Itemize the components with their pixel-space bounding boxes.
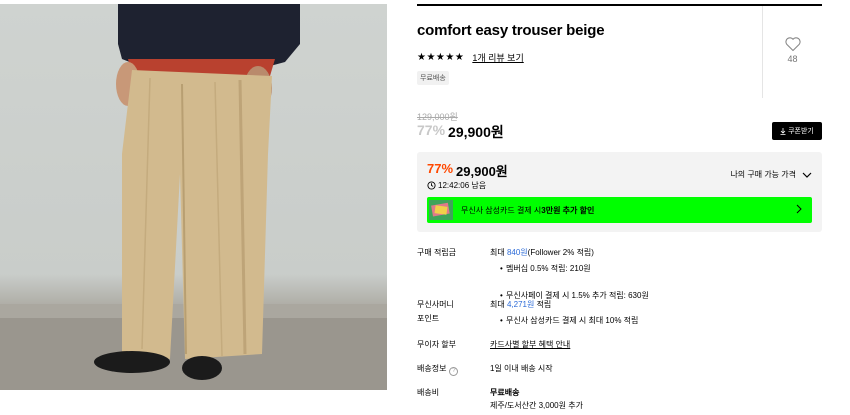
product-photo-illustration	[0, 4, 387, 390]
question-icon[interactable]: ?	[449, 367, 459, 376]
points-bullet-membership: 멤버십 0.5% 적립: 210원	[498, 262, 649, 275]
card-icon	[429, 200, 453, 220]
benefit-discount-rate: 77%	[427, 161, 454, 176]
timer-text: 12:42:06 남음	[438, 181, 487, 190]
points-value: 최대 840원(Follower 2% 적립)	[490, 246, 594, 259]
money-suffix: 적립	[534, 300, 552, 309]
promo-text: 무신사 삼성카드 결제 시	[461, 205, 542, 215]
product-title: comfort easy trouser beige	[417, 22, 605, 39]
installment-label: 무이자 할부	[417, 340, 457, 349]
shipping-info-label-wrap: 배송정보?	[417, 362, 487, 376]
download-icon	[780, 127, 786, 135]
coupon-button-label: 쿠폰받기	[788, 128, 814, 135]
rating-stars: ★★★★★	[417, 52, 465, 63]
shipping-fee-note: 제주/도서산간 3,000원 추가	[490, 401, 583, 410]
benefit-box: 77% 29,900원 12:42:06 남음 나의 구매 가능 가격 무신사 …	[417, 152, 822, 232]
money-bullet: 무신사 삼성카드 결제 시 최대 10% 적립	[498, 314, 638, 327]
points-prefix: 최대	[490, 248, 507, 257]
shipping-info-label: 배송정보	[417, 364, 447, 373]
free-shipping-badge: 무료배송	[417, 71, 449, 85]
heart-icon	[784, 37, 801, 52]
clock-icon	[427, 181, 436, 190]
money-value: 최대 4,271원 적립	[490, 298, 551, 311]
sale-price: 29,900원	[448, 124, 504, 140]
like-button[interactable]: 48	[762, 6, 822, 98]
points-label: 구매 적립금	[417, 248, 457, 257]
sale-price-row: 77% 29,900원	[417, 122, 504, 142]
money-prefix: 최대	[490, 300, 507, 309]
money-label-line1: 무신사머니	[417, 300, 454, 309]
points-amount: 840원	[506, 248, 528, 257]
shipping-info-value: 1일 이내 배송 시작	[490, 364, 553, 373]
benefit-price: 29,900원	[456, 164, 508, 179]
benefit-price-row: 77% 29,900원	[427, 161, 508, 180]
points-suffix: (Follower 2% 적립)	[527, 248, 594, 257]
product-image[interactable]	[0, 4, 387, 390]
money-section: 무신사머니 포인트 최대 4,271원 적립 무신사 삼성카드 결제 시 최대 …	[417, 298, 638, 327]
shipping-fee-label: 배송비	[417, 388, 440, 397]
chevron-right-icon	[796, 204, 802, 214]
card-promo-banner[interactable]: 무신사 삼성카드 결제 시 3만원 추가 할인	[427, 197, 812, 223]
rating-row: ★★★★★ 1개 리뷰 보기	[417, 51, 524, 64]
chevron-down-icon	[802, 172, 812, 178]
card-promo-image	[429, 200, 453, 220]
sale-timer: 12:42:06 남음	[427, 180, 486, 191]
coupon-button[interactable]: 쿠폰받기	[772, 122, 822, 140]
shipping-fee-value: 무료배송	[490, 388, 520, 397]
points-section: 구매 적립금 최대 840원(Follower 2% 적립) 멤버십 0.5% …	[417, 246, 649, 302]
promo-highlight: 3만원 추가 할인	[541, 205, 595, 215]
review-link[interactable]: 1개 리뷰 보기	[472, 51, 523, 64]
my-price-label: 나의 구매 가능 가격	[730, 170, 796, 179]
installment-link[interactable]: 카드사별 할부 혜택 안내	[490, 338, 570, 351]
discount-rate: 77%	[417, 122, 446, 138]
my-price-toggle[interactable]: 나의 구매 가능 가격	[730, 169, 812, 180]
money-amount: 4,271원	[506, 300, 535, 309]
money-label-line2: 포인트	[417, 314, 440, 323]
like-count: 48	[787, 54, 798, 64]
